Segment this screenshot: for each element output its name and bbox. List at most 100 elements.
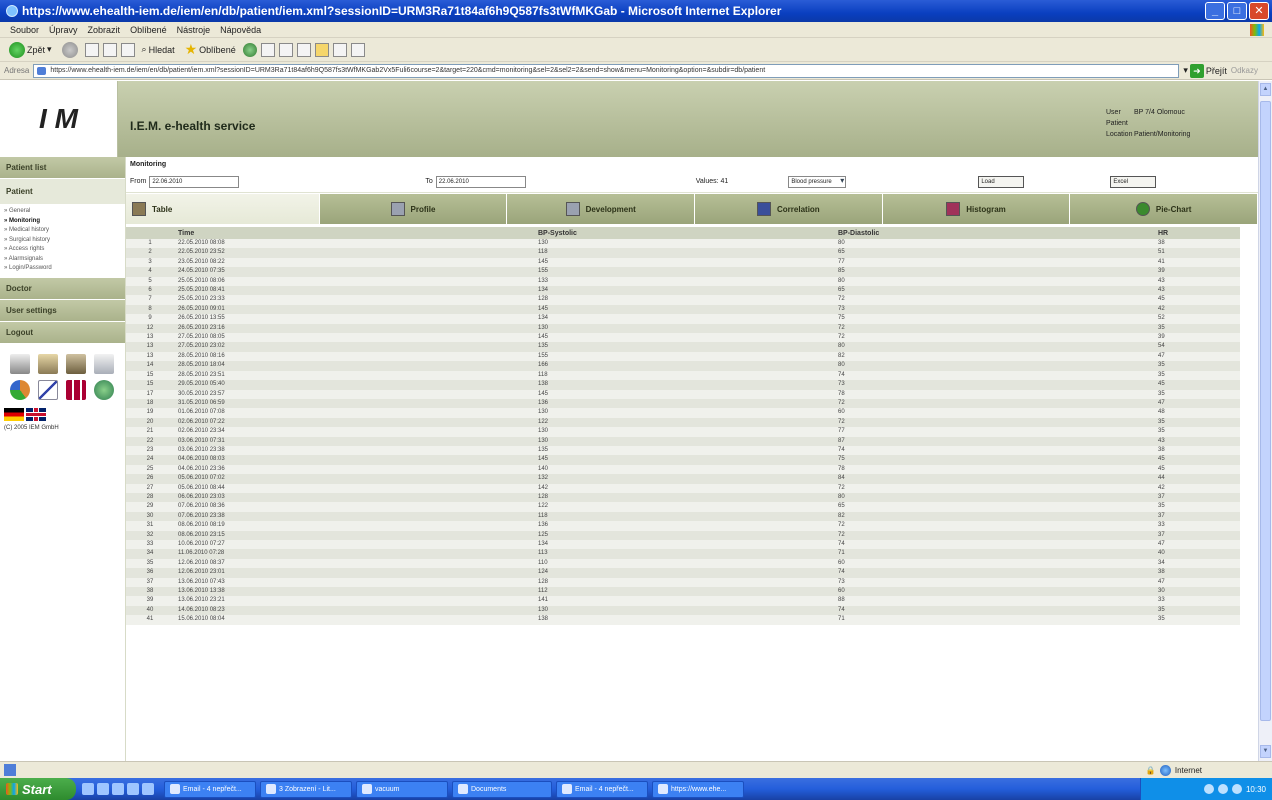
edit-icon[interactable] [296, 42, 311, 57]
print-icon[interactable] [278, 42, 293, 57]
favorites-button[interactable]: ★ Oblíbené [182, 40, 239, 60]
row-time: 29.05.2010 05:40 [174, 380, 534, 390]
tab-profile[interactable]: Profile [319, 194, 508, 224]
quicklaunch-ie-icon[interactable] [82, 783, 94, 795]
tab-pie-chart[interactable]: Pie-Chart [1070, 194, 1259, 224]
table-view-icon[interactable] [38, 353, 58, 374]
stop-icon[interactable] [84, 42, 99, 57]
links-label[interactable]: Odkazy [1231, 66, 1258, 75]
forward-button[interactable] [59, 40, 81, 60]
research-icon[interactable] [350, 42, 365, 57]
development-view-icon[interactable] [94, 353, 114, 374]
task-item[interactable]: 3 Zobrazení - Lit... [260, 780, 352, 798]
english-flag-icon[interactable] [26, 407, 46, 421]
from-date-input[interactable]: 22.06.2010 [149, 175, 240, 188]
history-icon[interactable] [242, 42, 257, 57]
refresh-icon[interactable] [102, 42, 117, 57]
quicklaunch-mail-icon[interactable] [127, 783, 139, 795]
go-button[interactable]: ▾ ➜ Přejít [1183, 63, 1227, 78]
back-button[interactable]: Zpět ▾ [6, 40, 55, 60]
web-page: I M I.E.M. e-health service User BP 7/4 O… [0, 81, 1259, 761]
submenu-access-rights[interactable]: » Access rights [4, 245, 125, 255]
tab-table[interactable]: Table [126, 194, 320, 224]
tab-development[interactable]: Development [507, 194, 696, 224]
scroll-down-icon[interactable]: ▼ [1260, 745, 1271, 758]
quicklaunch-app-icon[interactable] [142, 783, 154, 795]
tray-volume-icon[interactable] [1217, 784, 1228, 794]
tray-network-icon[interactable] [1203, 784, 1214, 794]
messenger-icon[interactable] [332, 42, 347, 57]
sidebar-item-patient-list[interactable]: Patient list [0, 157, 125, 179]
task-item[interactable]: Email - 4 nepřečt... [556, 780, 648, 798]
row-hr: 47 [1154, 540, 1240, 550]
row-bp-diastolic: 87 [834, 436, 1154, 446]
row-hr: 52 [1154, 314, 1240, 324]
task-item[interactable]: vacuum [356, 780, 448, 798]
tray-security-icon[interactable] [1231, 784, 1242, 794]
excel-button[interactable]: Excel [1110, 175, 1157, 188]
row-time: 01.06.2010 07:08 [174, 408, 534, 418]
quicklaunch-media-icon[interactable] [112, 783, 124, 795]
scrollbar-thumb[interactable] [1260, 101, 1271, 721]
menu-file[interactable]: Soubor [10, 25, 39, 35]
column-header-bp-systolic[interactable]: BP-Systolic [534, 227, 834, 239]
submenu-general[interactable]: » General [4, 207, 125, 217]
refresh-view-icon[interactable] [94, 379, 114, 400]
menu-edit[interactable]: Úpravy [49, 25, 78, 35]
row-bp-diastolic: 88 [834, 596, 1154, 606]
folder-icon[interactable] [314, 42, 329, 57]
tab-histogram[interactable]: Histogram [882, 194, 1071, 224]
start-button[interactable]: Start [0, 778, 76, 800]
sidebar-item-doctor[interactable]: Doctor [0, 277, 125, 300]
vertical-scrollbar[interactable]: ▲ ▼ [1258, 81, 1272, 761]
row-hr: 38 [1154, 239, 1240, 249]
sidebar-item-logout[interactable]: Logout [0, 321, 125, 344]
menu-view[interactable]: Zobrazit [88, 25, 121, 35]
mail-icon[interactable] [260, 42, 275, 57]
histogram-view-icon[interactable] [66, 379, 86, 400]
home-icon[interactable] [120, 42, 135, 57]
column-header-time[interactable]: Time [174, 227, 534, 239]
submenu-medical-history[interactable]: » Medical history [4, 226, 125, 236]
german-flag-icon[interactable] [4, 407, 24, 421]
to-date-input[interactable]: 22.06.2010 [435, 175, 526, 188]
task-item[interactable]: https://www.ehe... [652, 780, 744, 798]
submenu-monitoring[interactable]: » Monitoring [4, 217, 125, 227]
row-bp-diastolic: 73 [834, 380, 1154, 390]
pie-chart-view-icon[interactable] [10, 379, 30, 400]
menu-tools[interactable]: Nástroje [177, 25, 211, 35]
quicklaunch-desktop-icon[interactable] [97, 783, 109, 795]
submenu-login-password[interactable]: » Login/Password [4, 264, 125, 274]
parameter-select[interactable]: Blood pressure [788, 175, 847, 188]
menu-favorites[interactable]: Oblíbené [130, 25, 167, 35]
search-button[interactable]: ⌕ Hledat [139, 40, 178, 60]
submenu-alarmsignals[interactable]: » Alarmsignals [4, 255, 125, 265]
row-bp-systolic: 118 [534, 511, 834, 522]
task-item[interactable]: Email - 4 nepřečt... [164, 780, 256, 798]
row-bp-systolic: 130 [534, 436, 834, 446]
column-header-hr[interactable]: HR [1154, 227, 1240, 239]
task-item[interactable]: Documents [452, 780, 552, 798]
row-index: 1 [126, 239, 174, 249]
sidebar-item-user-settings[interactable]: User settings [0, 299, 125, 322]
correlation-view-icon[interactable] [38, 379, 58, 400]
tray-clock: 10:30 [1245, 784, 1266, 794]
row-bp-systolic: 136 [534, 398, 834, 409]
minimize-button[interactable]: _ [1205, 2, 1225, 20]
menu-help[interactable]: Nápověda [220, 25, 261, 35]
maximize-button[interactable]: □ [1227, 2, 1247, 20]
row-bp-diastolic: 60 [834, 587, 1154, 597]
load-button[interactable]: Load [978, 175, 1025, 188]
row-bp-systolic: 110 [534, 558, 834, 569]
iem-logo[interactable]: I M [0, 81, 118, 157]
submenu-surgical-history[interactable]: » Surgical history [4, 236, 125, 246]
sidebar-item-patient[interactable]: Patient [0, 179, 125, 205]
scroll-up-icon[interactable]: ▲ [1260, 83, 1271, 96]
close-button[interactable]: ✕ [1249, 2, 1269, 20]
tab-correlation[interactable]: Correlation [695, 194, 883, 224]
address-dropdown-icon[interactable]: ▾ [1183, 65, 1188, 76]
profile-view-icon[interactable] [10, 353, 30, 374]
column-header-bp-diastolic[interactable]: BP-Diastolic [834, 227, 1154, 239]
calculator-icon[interactable] [66, 353, 86, 374]
address-input[interactable]: https://www.ehealth-iem.de/iem/en/db/pat… [33, 63, 1180, 78]
